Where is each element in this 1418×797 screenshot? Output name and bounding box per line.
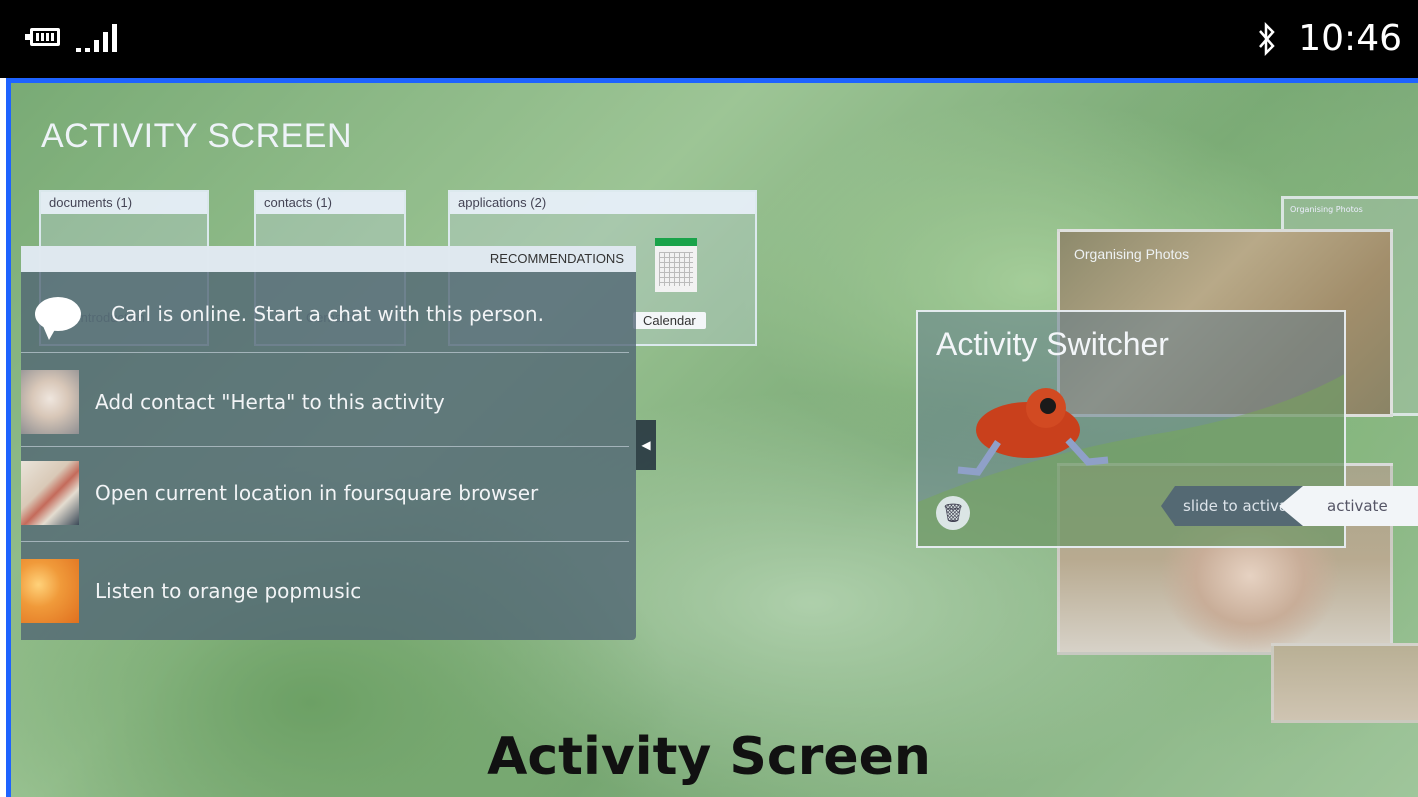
card-title: Organising Photos bbox=[1074, 246, 1190, 262]
orange-thumbnail bbox=[21, 559, 79, 623]
contact-photo bbox=[21, 370, 79, 434]
recommendation-text: Carl is online. Start a chat with this p… bbox=[111, 302, 544, 326]
battery-icon bbox=[25, 28, 60, 46]
caption: Activity Screen bbox=[487, 727, 931, 787]
recommendation-text: Open current location in foursquare brow… bbox=[95, 481, 539, 505]
chat-bubble-icon bbox=[35, 297, 81, 340]
recommendation-music[interactable]: Listen to orange popmusic bbox=[21, 556, 629, 626]
recommendation-text: Listen to orange popmusic bbox=[95, 579, 362, 603]
map-thumbnail bbox=[21, 461, 79, 525]
tiny-card-title: Organising Photos bbox=[1290, 205, 1363, 214]
herta-photo-small[interactable] bbox=[1271, 643, 1418, 723]
bluetooth-icon bbox=[1259, 21, 1275, 56]
switcher-title: Activity Switcher bbox=[936, 326, 1169, 362]
trash-icon[interactable]: 🗑 bbox=[936, 496, 970, 530]
recommendation-chat[interactable]: Carl is online. Start a chat with this p… bbox=[21, 282, 629, 346]
activity-screen: ACTIVITY SCREEN documents (1) Introducti… bbox=[6, 78, 1418, 797]
clock: 10:46 bbox=[1298, 18, 1402, 59]
signal-icon bbox=[76, 22, 117, 52]
activate-handle[interactable]: activate bbox=[1279, 486, 1418, 526]
recommendations-header: RECOMMENDATIONS bbox=[21, 246, 636, 272]
chevron-left-icon[interactable]: ◀ bbox=[636, 420, 656, 470]
group-label: applications (2) bbox=[450, 192, 755, 214]
recommendation-foursquare[interactable]: Open current location in foursquare brow… bbox=[21, 458, 629, 528]
slide-to-activate-slider[interactable]: slide to activate activate bbox=[1161, 486, 1418, 526]
group-label: contacts (1) bbox=[256, 192, 404, 214]
calendar-label[interactable]: Calendar bbox=[633, 312, 706, 329]
calendar-icon[interactable] bbox=[655, 238, 697, 292]
recommendations-panel: RECOMMENDATIONS Carl is online. Start a … bbox=[21, 246, 636, 640]
page-title: ACTIVITY SCREEN bbox=[41, 117, 353, 155]
recommendation-add-contact[interactable]: Add contact "Herta" to this activity bbox=[21, 367, 629, 437]
recommendation-text: Add contact "Herta" to this activity bbox=[95, 390, 445, 414]
status-bar: 10:46 bbox=[0, 0, 1418, 78]
group-label: documents (1) bbox=[41, 192, 207, 214]
